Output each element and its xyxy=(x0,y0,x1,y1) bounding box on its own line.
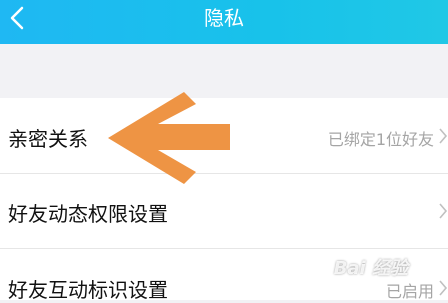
chevron-right-icon xyxy=(439,203,448,219)
row-label: 好友互动标识设置 xyxy=(8,278,168,302)
annotation-arrow xyxy=(108,92,230,184)
chevron-right-icon xyxy=(439,128,448,144)
row-value: 已绑定1位好友 xyxy=(327,130,434,149)
chevron-right-icon xyxy=(439,280,448,296)
section-gap xyxy=(0,44,448,98)
watermark: Bai 经验 xyxy=(333,258,408,279)
top-nav-bar: 隐私 xyxy=(0,0,448,44)
row-label: 好友动态权限设置 xyxy=(8,202,168,226)
row-value: 已启用 xyxy=(385,282,434,301)
row-label: 亲密关系 xyxy=(8,127,88,151)
page-title: 隐私 xyxy=(204,6,244,30)
